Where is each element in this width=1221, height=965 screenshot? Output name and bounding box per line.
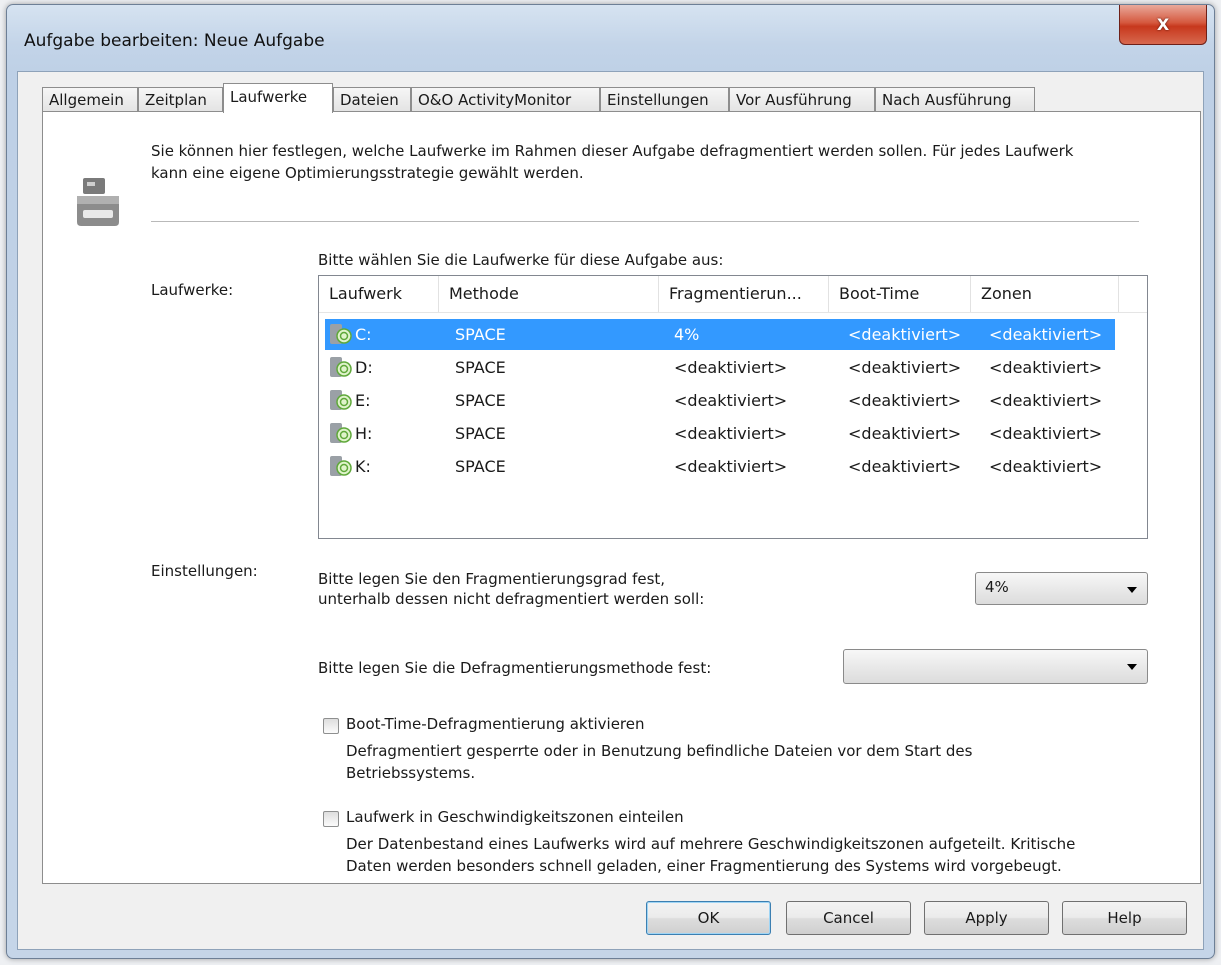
drive-letter: K:: [355, 457, 371, 476]
column-header-methode[interactable]: Methode: [439, 276, 659, 312]
boot-time-checkbox[interactable]: [323, 718, 339, 734]
tab-allgemein[interactable]: Allgemein: [42, 87, 138, 112]
drive-boot-time: <deaktiviert>: [848, 325, 962, 344]
drive-icon: [77, 178, 119, 226]
zones-description-line1: Der Datenbestand eines Laufwerks wird au…: [346, 835, 1076, 853]
close-icon: X: [1156, 15, 1170, 34]
boot-time-checkbox-label[interactable]: Boot-Time-Defragmentierung aktivieren: [346, 715, 645, 733]
zones-description: Der Datenbestand eines Laufwerks wird au…: [346, 833, 1075, 877]
tab-panel-laufwerke: Sie können hier festlegen, welche Laufwe…: [42, 111, 1201, 884]
column-header-zonen[interactable]: Zonen: [971, 276, 1119, 312]
drive-row-c[interactable]: C: SPACE 4% <deaktiviert> <deaktiviert>: [325, 319, 1115, 350]
drive-letter: E:: [355, 391, 371, 410]
drive-zones: <deaktiviert>: [989, 424, 1103, 443]
drive-row-e[interactable]: E: SPACE <deaktiviert> <deaktiviert> <de…: [325, 385, 1115, 416]
column-header-boot-time[interactable]: Boot-Time: [829, 276, 971, 312]
frag-threshold-prompt-line1: Bitte legen Sie den Fragmentierungsgrad …: [318, 570, 666, 588]
boot-time-description: Defragmentiert gesperrte oder in Benutzu…: [346, 740, 972, 784]
hard-drive-icon: [330, 357, 352, 377]
drive-method: SPACE: [455, 457, 506, 476]
drive-boot-time: <deaktiviert>: [848, 358, 962, 377]
tab-laufwerke[interactable]: Laufwerke: [223, 83, 333, 113]
hard-drive-icon: [330, 324, 352, 344]
drive-boot-time: <deaktiviert>: [848, 457, 962, 476]
drive-fragmentation: <deaktiviert>: [674, 457, 788, 476]
drive-letter: D:: [355, 358, 373, 377]
boot-time-description-line2: Betriebssystems.: [346, 764, 476, 782]
drive-row-k[interactable]: K: SPACE <deaktiviert> <deaktiviert> <de…: [325, 451, 1115, 482]
drive-zones: <deaktiviert>: [989, 358, 1103, 377]
dialog-client-area: Allgemein Zeitplan Laufwerke Dateien O&O…: [17, 71, 1204, 950]
hard-drive-icon: [330, 423, 352, 443]
drive-boot-time: <deaktiviert>: [848, 424, 962, 443]
column-header-laufwerk[interactable]: Laufwerk: [319, 276, 439, 312]
drive-boot-time: <deaktiviert>: [848, 391, 962, 410]
tab-nach-ausfuehrung[interactable]: Nach Ausführung: [875, 87, 1035, 112]
boot-time-description-line1: Defragmentiert gesperrte oder in Benutzu…: [346, 742, 973, 760]
method-prompt: Bitte legen Sie die Defragmentierungsmet…: [318, 659, 712, 677]
drive-row-d[interactable]: D: SPACE <deaktiviert> <deaktiviert> <de…: [325, 352, 1115, 383]
drive-method: SPACE: [455, 325, 506, 344]
dialog-window: Aufgabe bearbeiten: Neue Aufgabe X Allge…: [6, 4, 1215, 959]
drive-method: SPACE: [455, 391, 506, 410]
drives-list-header: Laufwerk Methode Fragmentierun... Boot-T…: [319, 276, 1147, 313]
drive-zones: <deaktiviert>: [989, 391, 1103, 410]
cancel-button[interactable]: Cancel: [786, 901, 911, 935]
window-title: Aufgabe bearbeiten: Neue Aufgabe: [24, 31, 325, 51]
frag-threshold-prompt: Bitte legen Sie den Fragmentierungsgrad …: [318, 569, 704, 609]
chevron-down-icon: [1127, 587, 1137, 593]
separator: [151, 221, 1139, 222]
drive-letter: C:: [355, 325, 372, 344]
ok-button[interactable]: OK: [646, 901, 771, 935]
drive-zones: <deaktiviert>: [989, 457, 1103, 476]
drive-fragmentation: <deaktiviert>: [674, 424, 788, 443]
tab-vor-ausfuehrung[interactable]: Vor Ausführung: [729, 87, 875, 112]
tab-einstellungen[interactable]: Einstellungen: [600, 87, 729, 112]
frag-threshold-value: 4%: [985, 578, 1009, 596]
intro-text: Sie können hier festlegen, welche Laufwe…: [151, 142, 1074, 182]
apply-button[interactable]: Apply: [924, 901, 1049, 935]
settings-label: Einstellungen:: [151, 562, 258, 580]
drive-fragmentation: <deaktiviert>: [674, 358, 788, 377]
close-button[interactable]: X: [1119, 5, 1207, 45]
hard-drive-icon: [330, 390, 352, 410]
zones-checkbox[interactable]: [323, 811, 339, 827]
drive-method: SPACE: [455, 358, 506, 377]
drives-list[interactable]: Laufwerk Methode Fragmentierun... Boot-T…: [318, 275, 1148, 539]
drive-row-h[interactable]: H: SPACE <deaktiviert> <deaktiviert> <de…: [325, 418, 1115, 449]
tab-zeitplan[interactable]: Zeitplan: [138, 87, 223, 112]
tab-oo-activitymonitor[interactable]: O&O ActivityMonitor: [411, 87, 600, 112]
drives-label: Laufwerke:: [151, 281, 234, 299]
frag-threshold-select[interactable]: 4%: [975, 572, 1148, 605]
drive-method: SPACE: [455, 424, 506, 443]
hard-drive-icon: [330, 456, 352, 476]
drive-zones: <deaktiviert>: [989, 325, 1103, 344]
drive-fragmentation: 4%: [674, 325, 700, 344]
drive-fragmentation: <deaktiviert>: [674, 391, 788, 410]
chevron-down-icon: [1127, 664, 1137, 670]
frag-threshold-prompt-line2: unterhalb dessen nicht defragmentiert we…: [318, 590, 705, 608]
tab-dateien[interactable]: Dateien: [333, 87, 411, 112]
drives-prompt: Bitte wählen Sie die Laufwerke für diese…: [318, 251, 724, 269]
title-bar[interactable]: Aufgabe bearbeiten: Neue Aufgabe X: [7, 5, 1214, 71]
zones-description-line2: Daten werden besonders schnell geladen, …: [346, 857, 1062, 875]
column-header-fragmentierung[interactable]: Fragmentierun...: [659, 276, 829, 312]
help-button[interactable]: Help: [1062, 901, 1187, 935]
zones-checkbox-label[interactable]: Laufwerk in Geschwindigkeitszonen eintei…: [346, 808, 684, 826]
drive-letter: H:: [355, 424, 373, 443]
defrag-method-select[interactable]: [843, 649, 1148, 684]
